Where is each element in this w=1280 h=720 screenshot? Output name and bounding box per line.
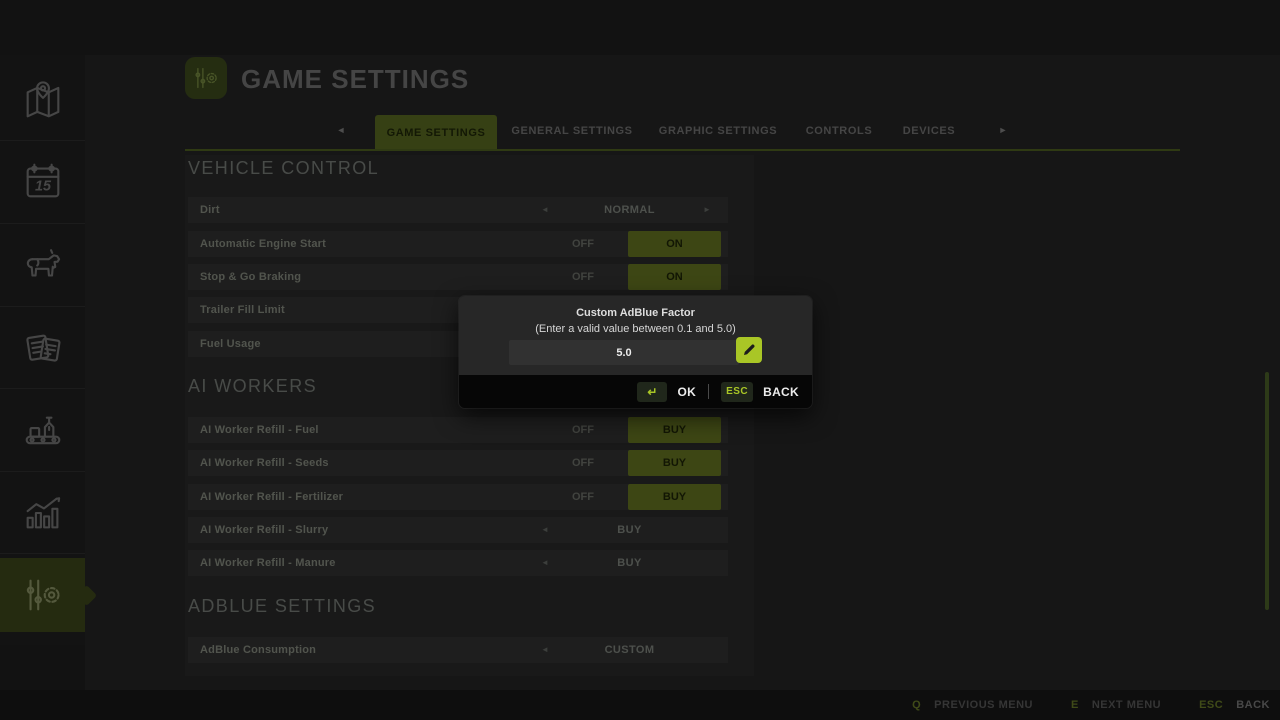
back-button[interactable]: BACK (763, 385, 799, 399)
game-settings-screen: 15 GAME SETTINGS ◄GAME SETTINGSGENERAL S… (0, 0, 1280, 720)
dialog-footer: ↵ OK ESC BACK (459, 375, 812, 408)
ok-button[interactable]: OK (677, 385, 696, 399)
esc-key-badge: ESC (721, 382, 753, 402)
dialog-body: Custom AdBlue Factor (Enter a valid valu… (459, 296, 812, 375)
edit-button[interactable] (736, 337, 762, 363)
footer-separator (708, 384, 709, 399)
pencil-icon (741, 342, 757, 358)
adblue-factor-input[interactable] (509, 340, 739, 365)
dialog-title: Custom AdBlue Factor (459, 307, 812, 319)
dialog-subtitle: (Enter a valid value between 0.1 and 5.0… (459, 323, 812, 335)
enter-key-icon: ↵ (637, 382, 667, 402)
custom-adblue-dialog: Custom AdBlue Factor (Enter a valid valu… (459, 296, 812, 408)
